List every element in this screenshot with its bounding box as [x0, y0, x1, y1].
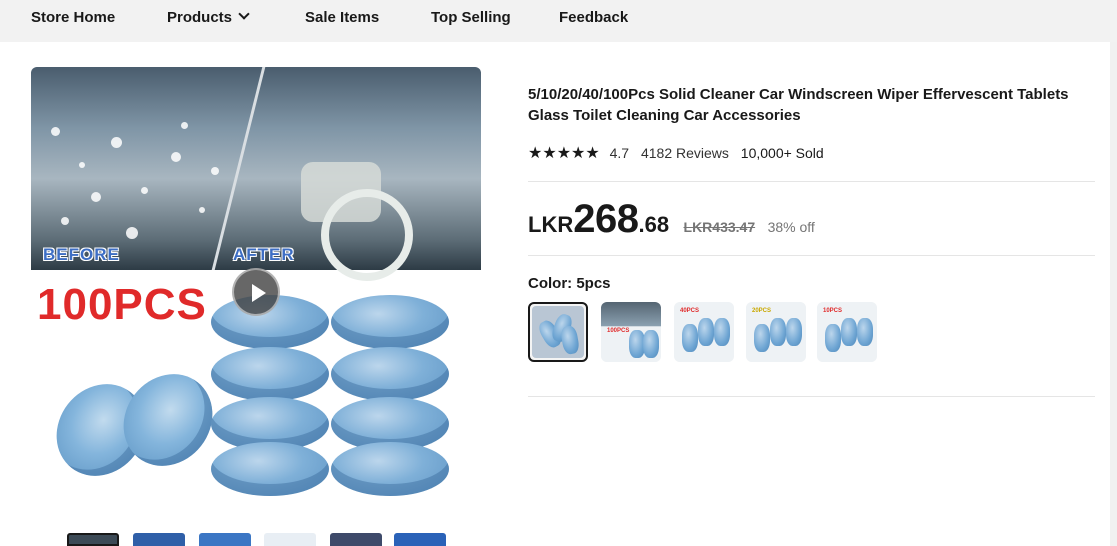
swatch-text: 10PCS [823, 308, 843, 314]
thumbnail-3[interactable] [199, 533, 251, 546]
page-scrollbar[interactable] [1110, 42, 1117, 546]
before-after-divider [211, 67, 266, 270]
color-swatch-10pcs[interactable]: 10PCS [817, 302, 877, 362]
chevron-down-icon [238, 8, 250, 20]
thumbnail-1[interactable] [67, 533, 119, 546]
tablet-image [825, 324, 841, 352]
tablet-image [841, 318, 857, 346]
tablet-image [331, 442, 449, 496]
tablet-image [714, 318, 730, 346]
nav-feedback-label: Feedback [559, 9, 629, 26]
nav-store-home-label: Store Home [31, 9, 116, 26]
color-swatch-5pcs[interactable] [528, 302, 588, 362]
nav-feedback[interactable]: Feedback [559, 0, 628, 36]
swatch-image: 20PCS [746, 302, 806, 362]
tablet-image [682, 324, 698, 352]
main-product-image[interactable]: BEFORE AFTER 100PCS [31, 67, 481, 517]
tablet-image [786, 318, 802, 346]
tablet-image [754, 324, 770, 352]
color-swatch-20pcs[interactable]: 20PCS [746, 302, 806, 362]
swatch-text: 40PCS [680, 308, 700, 314]
tablet-image [331, 295, 449, 349]
splat [91, 192, 101, 202]
nav-sale-items[interactable]: Sale Items [305, 0, 379, 36]
play-video-button[interactable] [232, 268, 280, 316]
color-swatch-40pcs[interactable]: 40PCS [674, 302, 734, 362]
splat [171, 152, 181, 162]
tablet-image [331, 347, 449, 401]
divider [528, 255, 1095, 256]
reviews-link[interactable]: 4182 Reviews [641, 145, 729, 161]
color-swatch-100pcs[interactable]: 100PCS [601, 302, 661, 362]
splat [111, 137, 122, 148]
tablet-image [770, 318, 786, 346]
play-icon [252, 284, 266, 302]
before-label: BEFORE [43, 245, 120, 264]
splat [199, 207, 205, 213]
price-row: LKR268.68 LKR433.47 38% off [528, 197, 815, 245]
rating-row: ★★★★★ 4.7 4182 Reviews 10,000+ Sold [528, 143, 824, 163]
nav-store-home[interactable]: Store Home [31, 0, 115, 36]
swatch-image: 100PCS [601, 302, 661, 362]
splat [141, 187, 148, 194]
nav-top-selling-label: Top Selling [431, 9, 511, 26]
splat [211, 167, 219, 175]
tablet-image [211, 442, 329, 496]
discount-badge: 38% off [767, 219, 815, 235]
thumbnail-4[interactable] [264, 533, 316, 546]
divider [528, 181, 1095, 182]
splat [181, 122, 188, 129]
thumbnail-2[interactable] [133, 533, 185, 546]
tablet-image [211, 347, 329, 401]
original-price: LKR433.47 [683, 219, 756, 235]
tablet-image [857, 318, 873, 346]
thumbnail-5[interactable] [330, 533, 382, 546]
rating-stars-icon: ★★★★★ [528, 145, 600, 162]
before-after-car-photo: BEFORE AFTER [31, 67, 481, 281]
rating-value: 4.7 [609, 145, 630, 161]
nav-products[interactable]: Products [167, 0, 250, 36]
price-currency: LKR [528, 212, 574, 237]
price-decimal: .68 [638, 212, 670, 237]
swatch-text: 100PCS [607, 328, 630, 334]
nav-products-label: Products [167, 9, 233, 26]
splat [51, 127, 60, 136]
product-title: 5/10/20/40/100Pcs Solid Cleaner Car Wind… [528, 86, 1069, 124]
sold-count: 10,000+ Sold [740, 145, 824, 161]
color-selected-label: Color: 5pcs [528, 275, 611, 292]
nav-sale-items-label: Sale Items [305, 9, 380, 26]
store-nav-bar: Store Home Products Sale Items Top Selli… [0, 0, 1117, 42]
swatch-image: 10PCS [817, 302, 877, 362]
divider [528, 396, 1095, 397]
thumbnail-6[interactable] [394, 533, 446, 546]
nav-top-selling[interactable]: Top Selling [431, 0, 511, 36]
tablet-image [559, 324, 581, 356]
steering-wheel-shape [321, 189, 413, 281]
swatch-image [532, 306, 584, 358]
splat [79, 162, 85, 168]
splat [126, 227, 138, 239]
swatch-image: 40PCS [674, 302, 734, 362]
splat [61, 217, 69, 225]
pcs-count-label: 100PCS [37, 280, 207, 329]
swatch-text: 20PCS [752, 308, 772, 314]
price-integer: 268 [573, 197, 639, 241]
tablet-image [698, 318, 714, 346]
tablet-image [643, 330, 659, 358]
after-label: AFTER [233, 245, 295, 264]
